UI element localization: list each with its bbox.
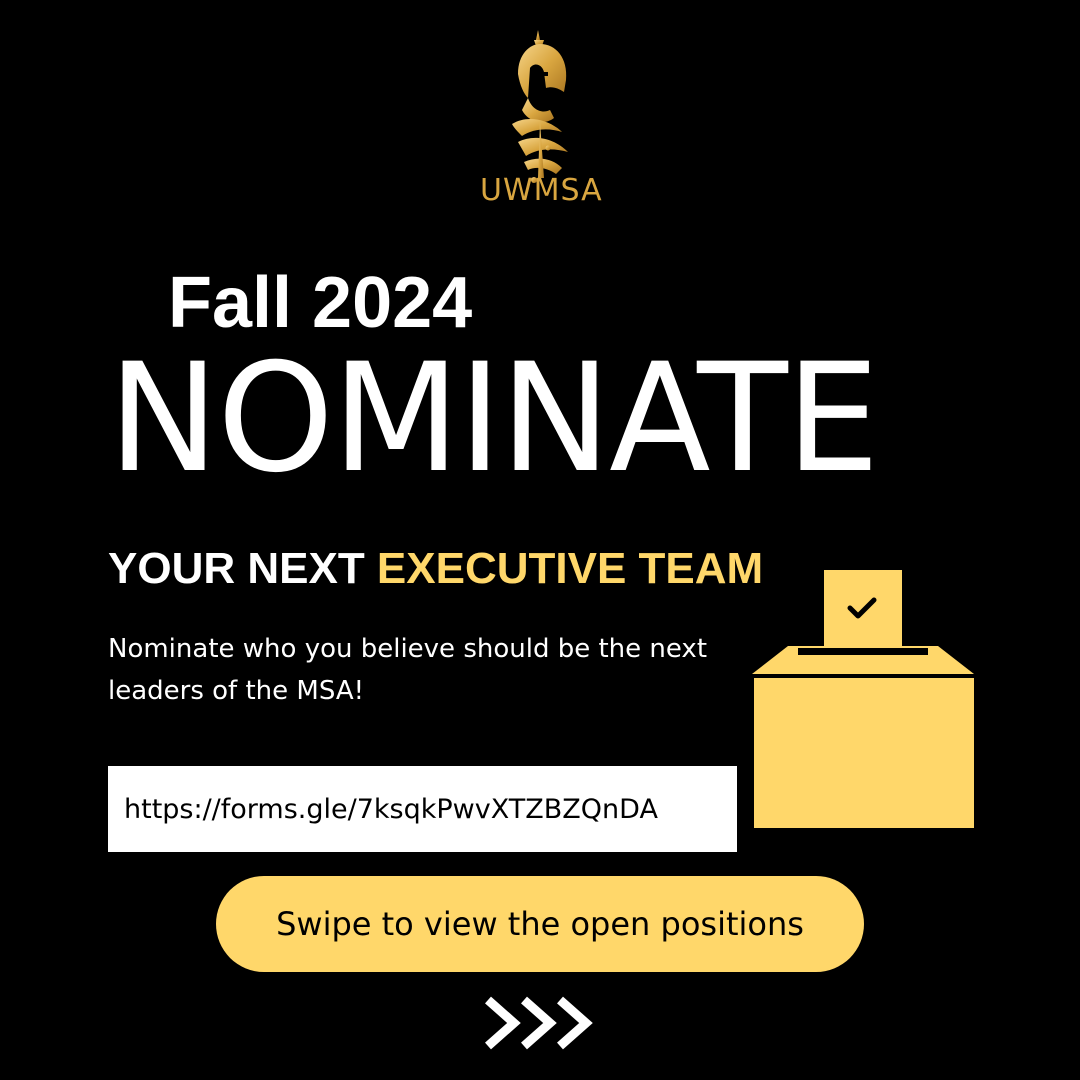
logo-wordmark: UWMSA bbox=[480, 173, 603, 208]
triple-chevron-right-icon[interactable] bbox=[480, 992, 600, 1054]
headline: NOMINATE bbox=[108, 332, 880, 506]
nomination-poster: UWMSA Fall 2024 NOMINATE YOUR NEXT EXECU… bbox=[0, 0, 1080, 1080]
subheading: YOUR NEXT EXECUTIVE TEAM bbox=[108, 544, 763, 594]
description-text: Nominate who you believe should be the n… bbox=[108, 634, 708, 706]
swipe-cta-label: Swipe to view the open positions bbox=[276, 905, 804, 943]
subheading-prefix: YOUR NEXT bbox=[108, 544, 377, 593]
swipe-cta-button[interactable]: Swipe to view the open positions bbox=[216, 876, 864, 972]
subheading-highlight: EXECUTIVE TEAM bbox=[376, 544, 764, 593]
form-link-url[interactable]: https://forms.gle/7ksqkPwvXTZBZQnDA bbox=[124, 794, 658, 825]
ballot-box-icon bbox=[752, 570, 974, 828]
form-link-box[interactable]: https://forms.gle/7ksqkPwvXTZBZQnDA bbox=[108, 766, 737, 852]
